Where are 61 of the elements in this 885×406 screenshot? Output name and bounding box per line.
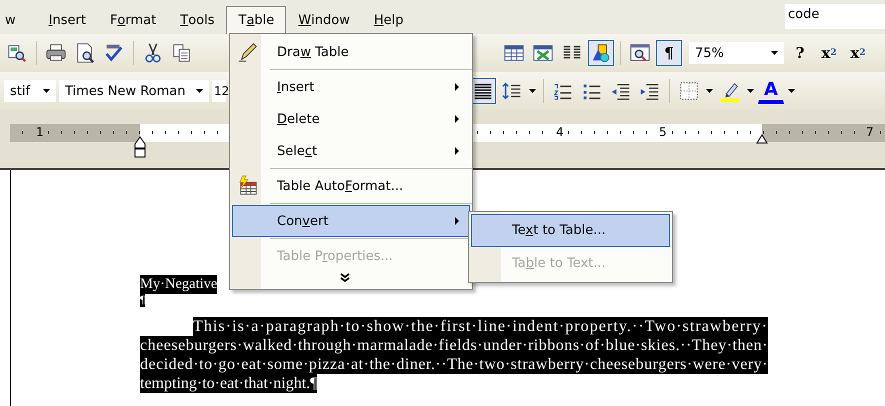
highlighter-icon — [719, 80, 741, 102]
borders-icon — [678, 80, 700, 102]
dropdown-arrow-icon — [529, 89, 536, 93]
ruler-number: 7 — [865, 125, 875, 139]
line-spacing-icon — [501, 80, 523, 102]
submenu-arrow-icon — [455, 146, 459, 154]
toolbar-button[interactable]: ¶ — [656, 40, 682, 66]
dropdown-button[interactable] — [705, 89, 714, 93]
menu-item[interactable]: Tools — [168, 6, 226, 34]
toolbar-button[interactable]: ? — [787, 40, 813, 66]
table-icon — [503, 42, 525, 64]
menu-item[interactable]: Format — [98, 6, 168, 34]
toolbar-button[interactable]: x$^{2}$ — [816, 40, 842, 66]
submenu-arrow-icon — [455, 82, 459, 90]
document-map-icon — [629, 42, 651, 64]
ruler-number: 4 — [555, 125, 565, 139]
zoom-field[interactable]: 75% — [689, 42, 784, 64]
menu-item[interactable]: Table — [226, 6, 286, 34]
dropdown-arrow-icon — [788, 89, 795, 93]
copy-icon — [171, 42, 193, 64]
drawing-shapes-icon — [590, 42, 612, 64]
menu-item[interactable]: Draw Table — [232, 36, 470, 68]
font-size-field[interactable]: 12 — [212, 80, 226, 102]
menu-item[interactable]: Table AutoFormat... — [232, 170, 470, 202]
dropdown-button[interactable] — [787, 89, 796, 93]
menu-item[interactable]: Help — [362, 6, 416, 34]
dropdown-arrow-icon — [706, 89, 713, 93]
indent-marker-icon[interactable] — [134, 136, 146, 160]
right-indent-marker-icon[interactable] — [756, 134, 768, 144]
dropdown-arrow-icon — [43, 89, 50, 93]
menu-item[interactable]: Window — [286, 6, 362, 34]
dropdown-arrow-icon — [747, 89, 754, 93]
menu-item[interactable]: Insert — [36, 6, 98, 34]
paragraph-mark: ¶ — [140, 294, 145, 307]
spelling-check-icon — [103, 42, 125, 64]
menu-item[interactable]: Delete — [232, 103, 470, 135]
dropdown-arrow-icon — [196, 89, 203, 93]
menu-item[interactable]: Insert — [232, 71, 470, 103]
ruler-number: 5 — [658, 125, 668, 139]
submenu-arrow-icon — [455, 114, 459, 122]
print-preview-icon — [74, 42, 96, 64]
toolbar-button[interactable]: A — [758, 78, 784, 104]
font-field[interactable]: Times New Roman — [59, 80, 209, 102]
printer-icon — [45, 42, 67, 64]
dropdown-button[interactable] — [528, 89, 537, 93]
table-autoformat-icon — [237, 175, 259, 197]
pencil-icon — [237, 41, 259, 63]
dropdown-button[interactable] — [746, 89, 755, 93]
expand-menu-icon[interactable] — [340, 273, 350, 283]
menu-item[interactable]: w — [0, 6, 37, 34]
submenu-arrow-icon — [455, 216, 459, 224]
ruler-number: 1 — [35, 125, 45, 139]
menu-item[interactable]: Text to Table... — [471, 214, 670, 247]
spreadsheet-icon — [532, 42, 554, 64]
heading-text: My·Negative — [140, 275, 218, 294]
menu-item[interactable]: Convert — [232, 205, 470, 237]
style-field[interactable]: stif — [4, 80, 56, 102]
dropdown-arrow-icon — [771, 51, 778, 55]
menu-item[interactable]: Select — [232, 135, 470, 167]
help-search-field[interactable]: code — [785, 4, 885, 29]
research-icon — [6, 42, 28, 64]
